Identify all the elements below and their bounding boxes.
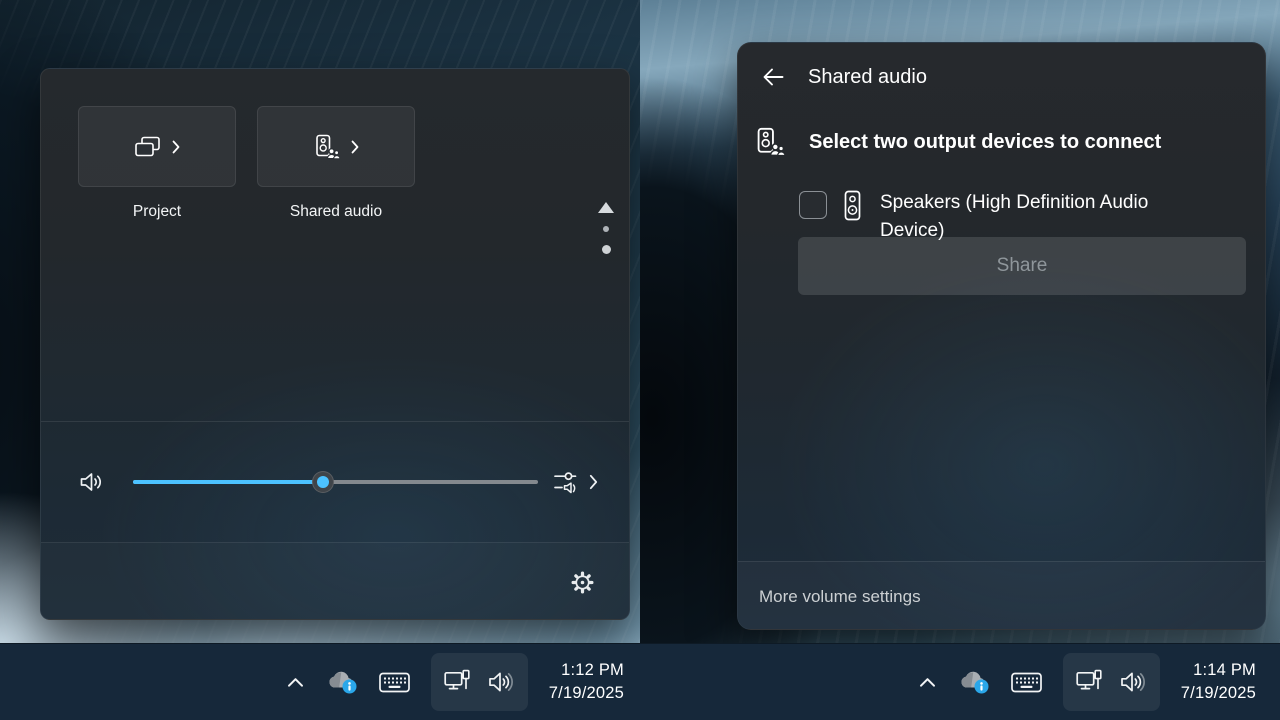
screen-left: Project <box>0 0 640 720</box>
quick-settings-grid: Project <box>41 69 629 421</box>
taskbar-clock[interactable]: 1:12 PM 7/19/2025 <box>549 659 624 705</box>
chevron-right-icon <box>589 474 598 490</box>
touch-keyboard-icon[interactable] <box>379 672 410 693</box>
shared-audio-tile-button[interactable] <box>257 106 415 187</box>
shared-audio-header: Shared audio <box>738 43 1265 111</box>
shared-audio-icon <box>313 134 340 160</box>
volume-slider-row <box>41 422 629 542</box>
shared-audio-tile-label: Shared audio <box>257 203 415 221</box>
shared-audio-icon <box>754 125 785 159</box>
more-volume-settings-link[interactable]: More volume settings <box>759 587 921 607</box>
touch-keyboard-icon[interactable] <box>1011 672 1042 693</box>
page-dot-icon[interactable] <box>603 226 609 232</box>
chevron-right-icon <box>172 140 180 154</box>
quick-settings-panel: Project <box>40 68 630 620</box>
select-audio-output-button[interactable] <box>553 469 598 496</box>
network-volume-tray-button[interactable] <box>1063 653 1160 711</box>
screen-right: Shared audio Select two output devices t… <box>640 0 1280 720</box>
tray-volume-icon <box>488 670 515 694</box>
volume-slider-thumb[interactable] <box>312 471 334 493</box>
network-volume-tray-button[interactable] <box>431 653 528 711</box>
system-tray: 1:14 PM 7/19/2025 <box>919 644 1256 720</box>
taskbar: 1:14 PM 7/19/2025 <box>640 643 1280 720</box>
taskbar: 1:12 PM 7/19/2025 <box>0 643 640 720</box>
project-tile-label: Project <box>78 203 236 221</box>
project-icon <box>134 136 161 158</box>
network-display-icon <box>1076 669 1103 695</box>
taskbar-time: 1:14 PM <box>1181 659 1256 682</box>
onedrive-icon[interactable] <box>325 670 358 694</box>
volume-slider[interactable] <box>133 480 538 484</box>
volume-slider-fill <box>133 480 323 484</box>
project-tile-button[interactable] <box>78 106 236 187</box>
tray-chevron-up-icon[interactable] <box>287 677 304 688</box>
settings-gear-button[interactable] <box>570 570 595 595</box>
share-button[interactable]: Share <box>798 237 1246 295</box>
panel-footer: More volume settings <box>738 561 1265 630</box>
back-button[interactable] <box>760 64 786 90</box>
page-dot-icon[interactable] <box>602 245 611 254</box>
taskbar-date: 7/19/2025 <box>1181 682 1256 705</box>
taskbar-date: 7/19/2025 <box>549 682 624 705</box>
audio-output-picker-icon <box>553 469 583 496</box>
taskbar-time: 1:12 PM <box>549 659 624 682</box>
tray-volume-icon <box>1120 670 1147 694</box>
tray-chevron-up-icon[interactable] <box>919 677 936 688</box>
taskbar-clock[interactable]: 1:14 PM 7/19/2025 <box>1181 659 1256 705</box>
volume-speaker-icon[interactable] <box>79 470 105 494</box>
instruction-text: Select two output devices to connect <box>809 131 1161 154</box>
instruction-row: Select two output devices to connect <box>754 125 1251 159</box>
panel-title: Shared audio <box>808 66 927 89</box>
chevron-right-icon <box>351 140 359 154</box>
volume-slider-thumb-dot <box>317 476 329 488</box>
shared-audio-panel: Shared audio Select two output devices t… <box>737 42 1266 630</box>
system-tray: 1:12 PM 7/19/2025 <box>287 644 624 720</box>
device-checkbox[interactable] <box>799 191 827 219</box>
quick-settings-footer <box>41 543 629 620</box>
page-indicator <box>596 202 616 254</box>
onedrive-icon[interactable] <box>957 670 990 694</box>
page-up-triangle-icon[interactable] <box>598 202 614 213</box>
network-display-icon <box>444 669 471 695</box>
